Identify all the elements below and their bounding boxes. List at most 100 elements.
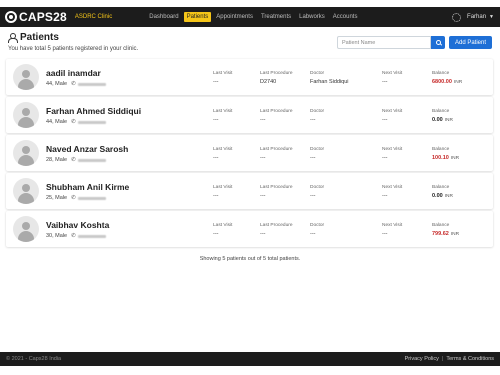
nav-patients[interactable]: Patients xyxy=(183,12,212,22)
currency: INR xyxy=(444,118,453,123)
patient-meta: 25, Male ✆ xyxy=(46,195,106,201)
patient-name[interactable]: aadil inamdar xyxy=(46,68,101,78)
list-summary: Showing 5 patients out of 5 total patien… xyxy=(199,256,301,262)
avatar xyxy=(13,102,39,128)
page-subtitle: You have total 5 patients registered in … xyxy=(8,46,139,52)
user-menu[interactable]: Farhan xyxy=(467,14,486,20)
patient-meta: 44, Male ✆ xyxy=(46,119,106,125)
search-input[interactable] xyxy=(337,36,431,49)
privacy-policy-link[interactable]: Privacy Policy xyxy=(405,356,439,362)
last-procedure-value: --- xyxy=(260,155,266,161)
last-visit-col: Last Visit --- xyxy=(213,223,232,237)
footer-links: Privacy Policy | Terms & Conditions xyxy=(405,356,494,362)
brand[interactable]: CAPS28 xyxy=(5,10,67,24)
next-visit-value: --- xyxy=(382,79,388,85)
doctor-label: Doctor xyxy=(310,109,325,114)
doctor-col: Doctor --- xyxy=(310,109,324,123)
patient-age-gender: 25, Male xyxy=(46,195,68,201)
next-visit-col: Next Visit --- xyxy=(382,223,402,237)
last-visit-col: Last Visit --- xyxy=(213,147,232,161)
doctor-value: --- xyxy=(310,231,316,237)
last-procedure-col: Last Procedure D2740 xyxy=(260,71,293,85)
balance-amount: 0.00 xyxy=(432,193,443,199)
balance-col: Balance 799.62 INR xyxy=(432,223,459,237)
balance-col: Balance 0.00 INR xyxy=(432,109,453,123)
balance-label: Balance xyxy=(432,147,450,152)
last-procedure-label: Last Procedure xyxy=(260,109,293,114)
next-visit-label: Next Visit xyxy=(382,71,403,76)
phone-icon: ✆ xyxy=(71,233,76,239)
last-procedure-label: Last Procedure xyxy=(260,71,293,76)
last-procedure-label: Last Procedure xyxy=(260,223,293,228)
doctor-col: Doctor --- xyxy=(310,223,324,237)
balance-col: Balance 0.00 INR xyxy=(432,185,453,199)
last-procedure-col: Last Procedure --- xyxy=(260,147,293,161)
phone-icon: ✆ xyxy=(71,119,76,125)
nav-accounts[interactable]: Accounts xyxy=(330,12,361,22)
user-icon xyxy=(8,33,18,43)
balance-value: 100.10 INR xyxy=(432,155,459,161)
patient-name[interactable]: Naved Anzar Sarosh xyxy=(46,144,128,154)
balance-amount: 100.10 xyxy=(432,155,449,161)
patient-name[interactable]: Shubham Anil Kirme xyxy=(46,182,129,192)
last-visit-value: --- xyxy=(213,79,219,85)
last-visit-col: Last Visit --- xyxy=(213,109,232,123)
clinic-name[interactable]: ASDRC Clinic xyxy=(75,14,112,20)
patient-row[interactable]: aadil inamdar 44, Male ✆ Last Visit --- L… xyxy=(6,59,493,95)
doctor-col: Doctor Farhan Siddiqui xyxy=(310,71,349,85)
doctor-value: --- xyxy=(310,155,316,161)
last-visit-value: --- xyxy=(213,117,219,123)
chevron-down-icon[interactable]: ▼ xyxy=(489,14,494,20)
patient-row[interactable]: Farhan Ahmed Siddiqui 44, Male ✆ Last Vi… xyxy=(6,97,493,133)
nav-labworks[interactable]: Labworks xyxy=(296,12,328,22)
balance-value: 0.00 INR xyxy=(432,193,453,199)
avatar xyxy=(13,216,39,242)
patient-name[interactable]: Farhan Ahmed Siddiqui xyxy=(46,106,141,116)
search-button[interactable] xyxy=(431,36,445,49)
balance-value: 799.62 INR xyxy=(432,231,459,237)
phone-icon: ✆ xyxy=(71,157,76,163)
next-visit-value: --- xyxy=(382,117,388,123)
patient-age-gender: 28, Male xyxy=(46,157,68,163)
last-visit-label: Last Visit xyxy=(213,109,233,114)
patient-meta: 44, Male ✆ xyxy=(46,81,106,87)
add-patient-button[interactable]: Add Patient xyxy=(449,36,492,49)
doctor-value: Farhan Siddiqui xyxy=(310,79,349,85)
copyright: © 2021 - Caps28 India xyxy=(6,356,62,362)
patient-row[interactable]: Naved Anzar Sarosh 28, Male ✆ Last Visit… xyxy=(6,135,493,171)
last-visit-value: --- xyxy=(213,155,219,161)
next-visit-value: --- xyxy=(382,155,388,161)
phone-number-redacted xyxy=(77,196,106,200)
patient-name[interactable]: Vaibhav Koshta xyxy=(46,220,109,230)
nav-appointments[interactable]: Appointments xyxy=(213,12,256,22)
last-procedure-label: Last Procedure xyxy=(260,185,293,190)
balance-amount: 799.62 xyxy=(432,231,449,237)
phone-icon: ✆ xyxy=(71,195,76,201)
doctor-label: Doctor xyxy=(310,185,325,190)
doctor-value: --- xyxy=(310,117,316,123)
search-icon xyxy=(435,40,441,45)
nav-dashboard[interactable]: Dashboard xyxy=(146,12,181,22)
user-area: Farhan ▼ xyxy=(452,7,494,27)
nav-treatments[interactable]: Treatments xyxy=(258,12,294,22)
patient-row[interactable]: Shubham Anil Kirme 25, Male ✆ Last Visit… xyxy=(6,173,493,209)
avatar xyxy=(13,64,39,90)
phone-number-redacted xyxy=(77,158,106,162)
next-visit-col: Next Visit --- xyxy=(382,147,402,161)
last-visit-col: Last Visit --- xyxy=(213,185,232,199)
doctor-col: Doctor --- xyxy=(310,185,324,199)
patient-row[interactable]: Vaibhav Koshta 30, Male ✆ Last Visit --- … xyxy=(6,211,493,247)
currency: INR xyxy=(450,156,460,161)
patient-age-gender: 30, Male xyxy=(46,233,68,239)
currency: INR xyxy=(444,194,453,199)
terms-link[interactable]: Terms & Conditions xyxy=(446,356,494,362)
balance-col: Balance 100.10 INR xyxy=(432,147,459,161)
next-visit-col: Next Visit --- xyxy=(382,71,402,85)
next-visit-value: --- xyxy=(382,193,388,199)
phone-number-redacted xyxy=(77,120,106,124)
gear-icon[interactable] xyxy=(452,12,462,22)
phone-number-redacted xyxy=(77,234,106,238)
brand-logo-icon xyxy=(5,11,17,23)
patient-list: aadil inamdar 44, Male ✆ Last Visit --- L… xyxy=(6,59,493,249)
last-procedure-value: --- xyxy=(260,231,266,237)
